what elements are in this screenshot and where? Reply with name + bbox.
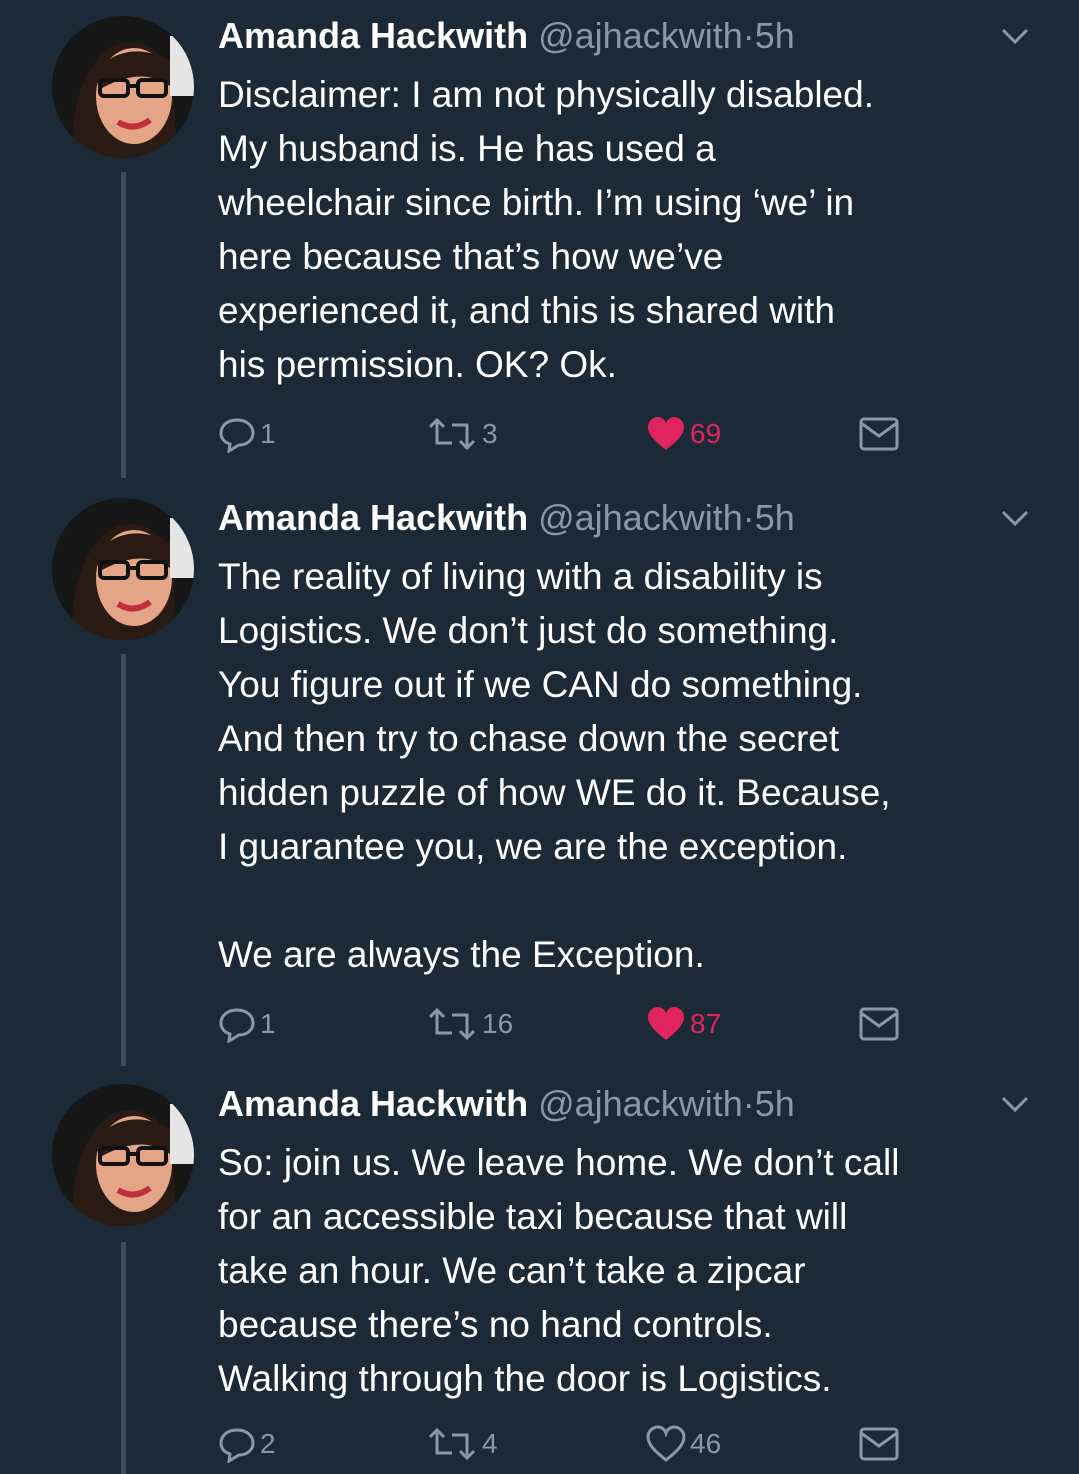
retweet-count: 16	[482, 1008, 514, 1039]
reply-count: 2	[260, 1428, 276, 1459]
reply-count: 1	[260, 1008, 276, 1039]
direct-message-icon	[859, 417, 899, 451]
chevron-down-icon[interactable]	[1000, 508, 1030, 528]
heart-icon	[648, 1007, 684, 1040]
retweet-count: 3	[482, 418, 498, 449]
author-handle[interactable]: @ajhackwith	[538, 15, 743, 56]
author-name[interactable]: Amanda Hackwith	[218, 497, 528, 538]
timestamp[interactable]: 5h	[755, 1083, 795, 1124]
direct-message-button[interactable]	[858, 1002, 900, 1046]
like-count: 69	[690, 418, 722, 449]
tweet-actions: 1 3 69	[218, 412, 918, 456]
author-handle[interactable]: @ajhackwith	[538, 1083, 743, 1124]
separator-dot: ·	[742, 15, 755, 56]
tweet-header: Amanda Hackwith @ajhackwith·5h	[218, 1082, 795, 1126]
avatar[interactable]	[52, 16, 194, 158]
retweet-icon	[428, 1007, 476, 1041]
like-button[interactable]: 87	[646, 1002, 721, 1046]
like-count: 46	[690, 1428, 722, 1459]
avatar[interactable]	[52, 1084, 194, 1226]
reply-icon	[219, 1008, 255, 1043]
author-handle[interactable]: @ajhackwith	[538, 497, 743, 538]
retweet-button[interactable]: 4	[426, 1422, 498, 1466]
avatar-image	[52, 498, 194, 640]
timestamp[interactable]: 5h	[755, 15, 795, 56]
chevron-down-icon[interactable]	[1000, 1094, 1030, 1114]
like-button[interactable]: 69	[646, 412, 721, 456]
direct-message-button[interactable]	[858, 1422, 900, 1466]
tweet-text: So: join us. We leave home. We don’t cal…	[218, 1142, 900, 1399]
reply-icon	[219, 1428, 255, 1463]
chevron-down-icon[interactable]	[1000, 26, 1030, 46]
reply-button[interactable]: 1	[218, 1002, 276, 1046]
retweet-icon	[428, 417, 476, 451]
like-button[interactable]: 46	[646, 1422, 721, 1466]
retweet-button[interactable]: 3	[426, 412, 498, 456]
tweet[interactable]: Amanda Hackwith @ajhackwith·5h So: join …	[0, 1076, 1079, 1474]
reply-icon	[219, 418, 255, 453]
separator-dot: ·	[742, 1083, 755, 1124]
heart-icon	[646, 1425, 686, 1462]
like-count: 87	[690, 1008, 722, 1039]
tweet[interactable]: Amanda Hackwith @ajhackwith·5h Disclaime…	[0, 8, 1079, 478]
separator-dot: ·	[742, 497, 755, 538]
retweet-button[interactable]: 16	[426, 1002, 513, 1046]
reply-button[interactable]: 2	[218, 1422, 276, 1466]
tweet-actions: 1 16 87	[218, 1002, 918, 1046]
avatar-image	[52, 16, 194, 158]
direct-message-icon	[859, 1007, 899, 1041]
timestamp[interactable]: 5h	[755, 497, 795, 538]
avatar[interactable]	[52, 498, 194, 640]
heart-icon	[648, 417, 684, 450]
direct-message-button[interactable]	[858, 412, 900, 456]
tweet[interactable]: Amanda Hackwith @ajhackwith·5h The reali…	[0, 490, 1079, 1060]
tweet-header: Amanda Hackwith @ajhackwith·5h	[218, 496, 795, 540]
avatar-image	[52, 1084, 194, 1226]
author-name[interactable]: Amanda Hackwith	[218, 15, 528, 56]
tweet-text: The reality of living with a disability …	[218, 556, 891, 975]
direct-message-icon	[859, 1427, 899, 1461]
retweet-count: 4	[482, 1428, 498, 1459]
tweet-actions: 2 4 46	[218, 1422, 918, 1466]
retweet-icon	[428, 1427, 476, 1461]
tweet-header: Amanda Hackwith @ajhackwith·5h	[218, 14, 795, 58]
reply-button[interactable]: 1	[218, 412, 276, 456]
author-name[interactable]: Amanda Hackwith	[218, 1083, 528, 1124]
tweet-text: Disclaimer: I am not physically disabled…	[218, 74, 874, 385]
reply-count: 1	[260, 418, 276, 449]
